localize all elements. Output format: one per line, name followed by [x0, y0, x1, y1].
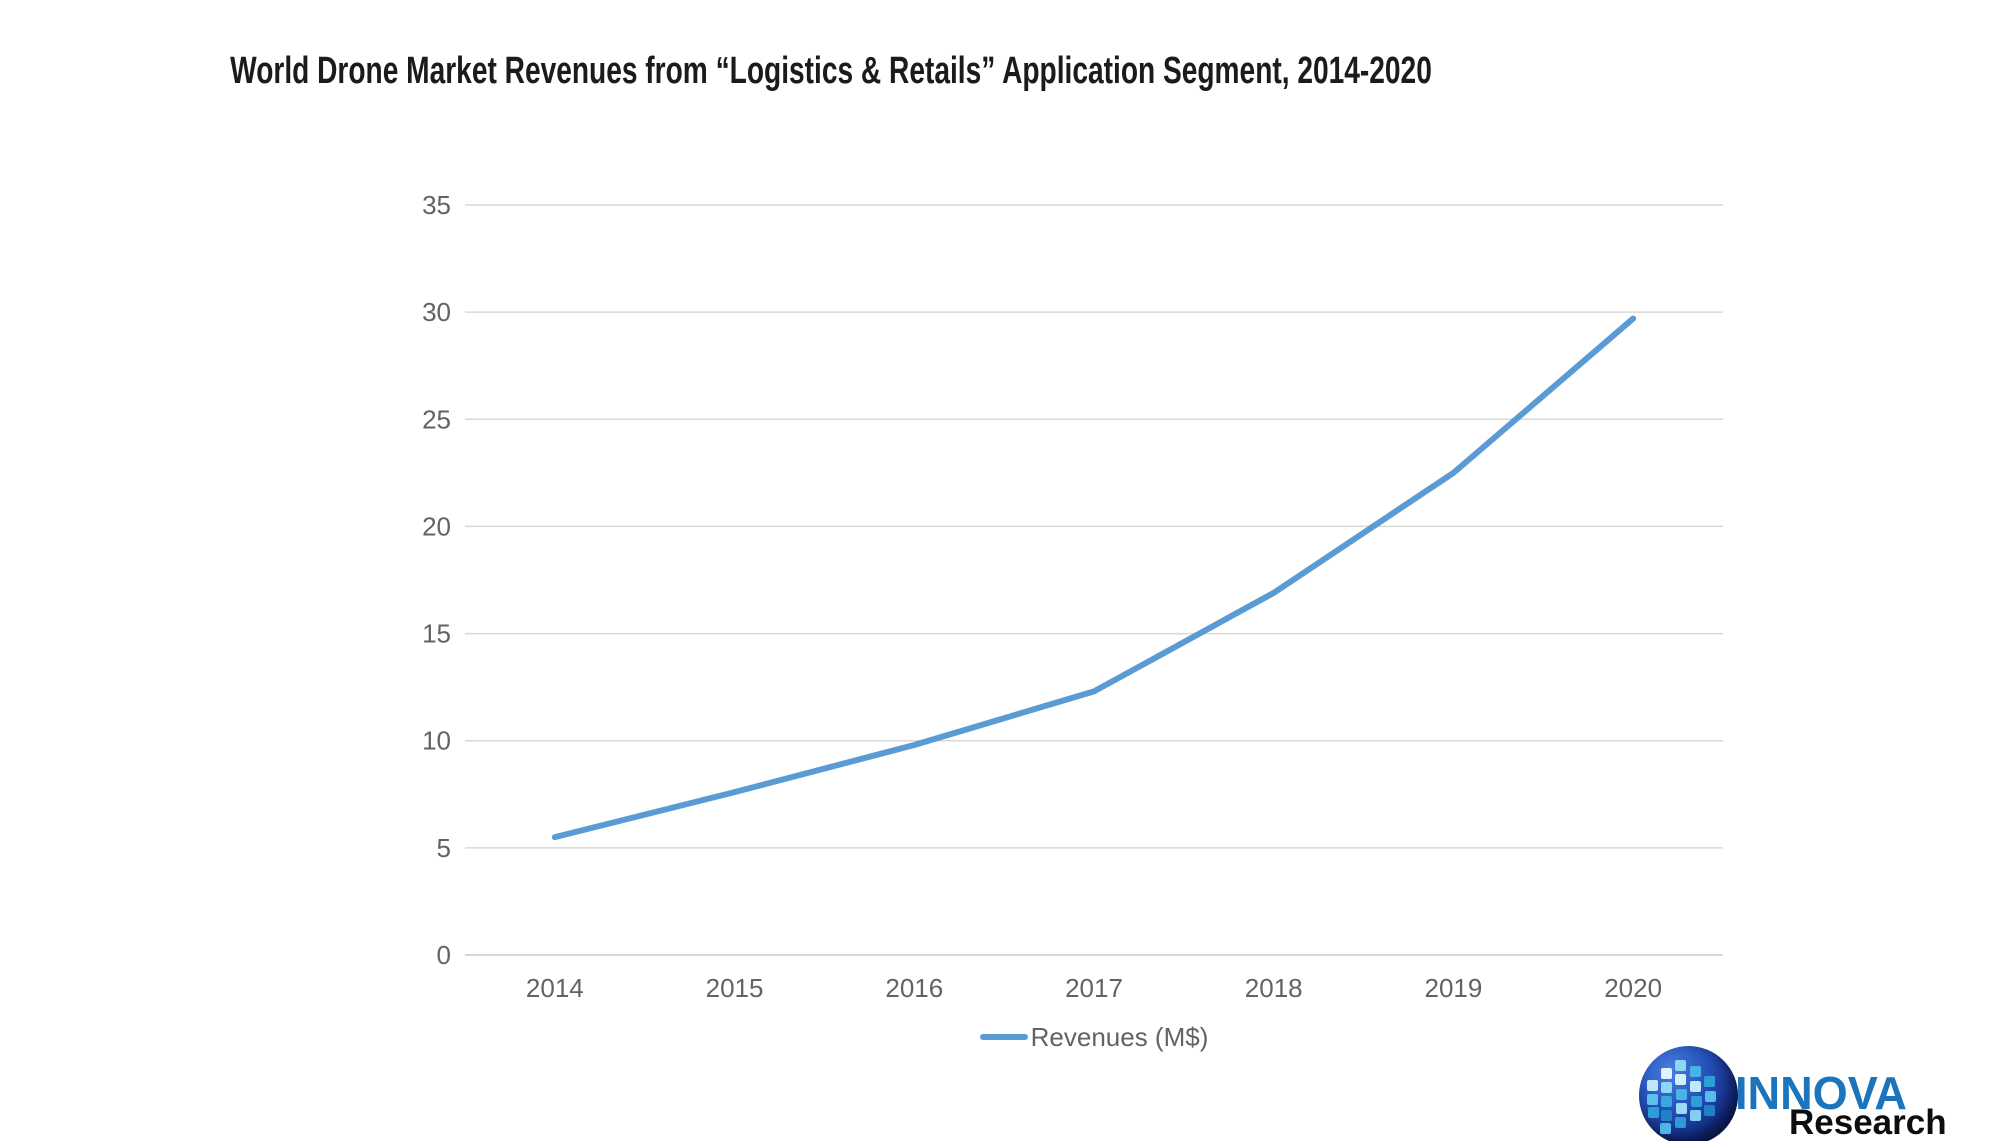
globe-mosaic-tile: [1705, 1091, 1716, 1102]
x-axis-label: 2018: [1245, 973, 1303, 1003]
globe-mosaic-tile: [1690, 1110, 1701, 1121]
globe-mosaic-tile: [1648, 1107, 1659, 1118]
revenue-line-series: [551, 315, 1637, 841]
x-axis-label: 2017: [1065, 973, 1123, 1003]
innova-globe-icon: [1639, 1046, 1738, 1141]
y-axis-label: 35: [422, 190, 451, 220]
globe-mosaic-tile: [1675, 1074, 1686, 1085]
globe-mosaic-tile: [1691, 1096, 1702, 1107]
globe-mosaic-tile: [1661, 1110, 1672, 1121]
y-axis-label: 25: [422, 404, 451, 434]
x-axis-label: 2016: [885, 973, 943, 1003]
globe-mosaic-tile: [1661, 1068, 1672, 1079]
y-axis-label: 0: [437, 940, 451, 970]
globe-mosaic-tile: [1704, 1076, 1715, 1087]
chart-legend: Revenues (M$): [465, 1020, 1723, 1054]
globe-mosaic-tile: [1690, 1081, 1701, 1092]
x-axis-label: 2015: [706, 973, 764, 1003]
x-axis-label: 2020: [1604, 973, 1662, 1003]
globe-mosaic-tile: [1661, 1082, 1672, 1093]
globe-mosaic-tile: [1676, 1103, 1687, 1114]
y-axis-label: 20: [422, 511, 451, 541]
globe-mosaic-tile: [1704, 1105, 1715, 1116]
globe-mosaic-tile: [1647, 1094, 1658, 1105]
legend-label: Revenues (M$): [1030, 1021, 1209, 1052]
globe-mosaic-tile: [1647, 1080, 1658, 1091]
line-chart: 0 5 10 15 20 25 30 35 2014 2015 2016 2017 2018 2019 20…: [422, 190, 1723, 1003]
globe-mosaic-tile: [1675, 1117, 1686, 1128]
globe-mosaic-tile: [1660, 1123, 1671, 1134]
slide-canvas: World Drone Market Revenues from “Logist…: [0, 0, 2001, 1141]
y-axis-label: 10: [422, 726, 451, 756]
globe-mosaic-tile: [1661, 1096, 1672, 1107]
x-axis-label: 2019: [1425, 973, 1483, 1003]
legend-line-swatch: [979, 1034, 1028, 1040]
y-axis-label: 30: [422, 297, 451, 327]
y-axis-label: 15: [422, 619, 451, 649]
globe-mosaic-tile: [1676, 1089, 1687, 1100]
x-axis-label: 2014: [526, 973, 584, 1003]
y-axis-label: 5: [437, 833, 451, 863]
globe-mosaic-tile: [1675, 1060, 1686, 1071]
innova-research-logo: INNOVA Research: [1636, 1042, 1976, 1141]
logo-text-research: Research: [1789, 1103, 1947, 1141]
globe-mosaic-tile: [1690, 1066, 1701, 1077]
